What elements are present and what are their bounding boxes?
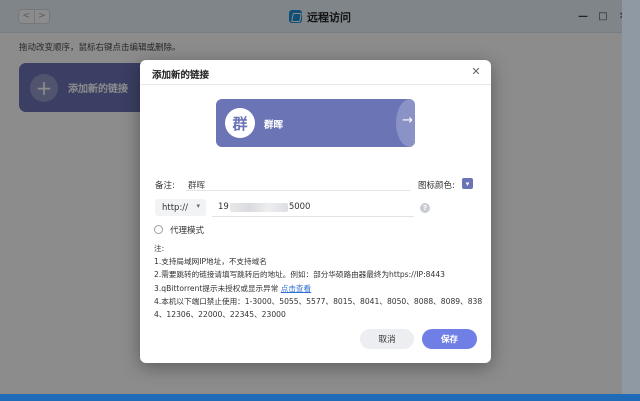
- add-link-dialog: 添加新的链接 ✕ 群 群晖 → 备注: 群晖 图标颜色: ▾ http:// ▾…: [140, 60, 491, 363]
- cancel-button[interactable]: 取消: [360, 329, 414, 349]
- protocol-select[interactable]: http:// ▾: [155, 199, 206, 216]
- link-preview-card: 群 群晖 →: [216, 99, 415, 147]
- view-details-link[interactable]: 点击查看: [281, 284, 311, 293]
- dialog-title: 添加新的链接: [152, 70, 210, 81]
- note-line-2: 2.需要跳转的链接请填写跳转后的地址。例如：部分华硕路由器最终为https://…: [154, 270, 445, 280]
- taskbar-strip: [0, 394, 640, 401]
- note-line-4b: 4、12306、22000、22345、23000: [154, 310, 286, 320]
- preview-icon-circle: 群: [225, 108, 255, 138]
- notes-title: 注:: [154, 244, 165, 253]
- proxy-mode-label[interactable]: 代理模式: [170, 224, 204, 236]
- address-underline: [212, 216, 414, 217]
- help-icon[interactable]: ?: [420, 203, 430, 213]
- preview-name: 群晖: [264, 120, 284, 131]
- icon-color-picker[interactable]: ▾: [462, 178, 473, 189]
- icon-color-label: 图标颜色:: [418, 181, 455, 191]
- note-line-3-text: 3.qBittorrent提示未授权或显示异常: [154, 283, 281, 293]
- window-edge-shadow: [622, 0, 640, 401]
- note-line-4a: 4.本机以下端口禁止使用：1-3000、5055、5577、8015、8041、…: [154, 296, 483, 306]
- address-redacted: [229, 202, 288, 212]
- chevron-down-icon: ▾: [196, 202, 200, 210]
- address-suffix: 5000: [288, 202, 311, 212]
- remark-underline: [186, 190, 410, 191]
- notes: 注: 1.支持局域网IP地址，不支持域名 2.需要跳转的链接请填写跳转后的地址。…: [154, 242, 484, 321]
- note-line-1: 1.支持局域网IP地址，不支持域名: [154, 257, 267, 267]
- address-input[interactable]: 19 5000: [218, 202, 310, 212]
- proxy-mode-radio[interactable]: [154, 225, 163, 234]
- protocol-value: http://: [162, 202, 189, 213]
- arrow-right-icon: →: [402, 113, 413, 128]
- address-prefix: 19: [218, 202, 229, 212]
- dialog-header: 添加新的链接 ✕: [140, 60, 491, 85]
- save-button[interactable]: 保存: [422, 329, 477, 349]
- note-line-3: 3.qBittorrent提示未授权或显示异常 点击查看: [154, 282, 484, 295]
- remark-label: 备注:: [155, 181, 175, 191]
- close-icon[interactable]: ✕: [469, 65, 483, 79]
